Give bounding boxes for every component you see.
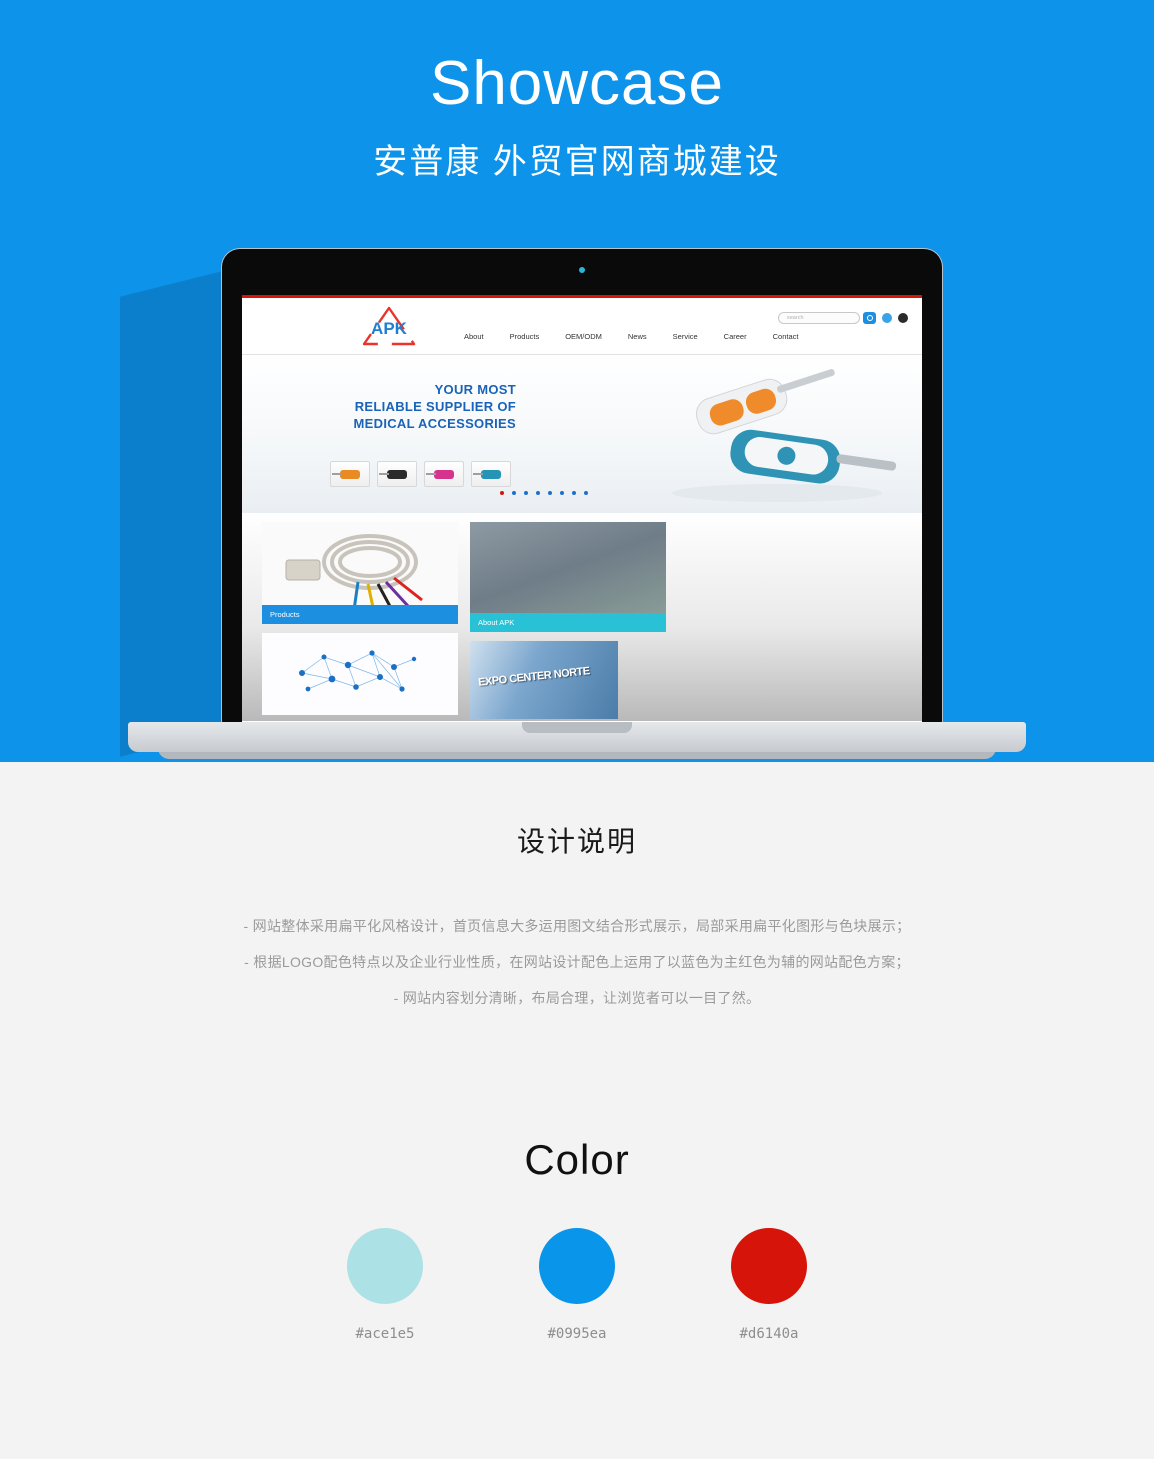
carousel-dot[interactable] [536,491,540,495]
nav-item-products[interactable]: Products [510,332,540,341]
carousel-dots[interactable] [500,491,588,495]
color-swatch-hex: #ace1e5 [355,1326,415,1342]
laptop-base [128,722,1026,752]
design-note-line: - 网站内容划分清晰，布局合理，让浏览者可以一目了然。 [393,990,761,1006]
banner-line-3: MEDICAL ACCESSORIES [353,416,516,431]
card-products-caption: Products [262,605,458,624]
nav-item-news[interactable]: News [628,332,647,341]
card-about-caption: About APK [470,613,666,632]
apk-logo[interactable]: APK [358,302,420,350]
nav-item-oem-odm[interactable]: OEM/ODM [565,332,602,341]
carousel-dot[interactable] [584,491,588,495]
nav-item-contact[interactable]: Contact [773,332,799,341]
page-subtitle: 安普康 外贸官网商城建设 [373,143,781,182]
color-section-title: Color [524,1136,630,1183]
network-graphic-image [262,633,458,715]
design-notes-section: 设计说明 - 网站整体采用扁平化风格设计，首页信息大多运用图文结合形式展示，局部… [0,820,1154,1016]
site-card-grid: Products About APK EXPO CENTER NORTE [242,513,922,721]
color-swatch[interactable]: #0995ea [539,1228,615,1342]
expo-building-image: EXPO CENTER NORTE [470,641,618,719]
oximeter-product-image [652,365,902,505]
card-expo-center[interactable]: EXPO CENTER NORTE [470,641,618,719]
color-swatch[interactable]: #d6140a [731,1228,807,1342]
search-input[interactable]: search [778,312,860,324]
carousel-dot[interactable] [500,491,504,495]
search-icon[interactable] [863,312,876,324]
color-section: Color #ace1e5 #0995ea #d6140a [0,1136,1154,1342]
color-swatch-hex: #0995ea [547,1326,607,1342]
color-swatch-circle [539,1228,615,1304]
design-note-line: - 根据LOGO配色特点以及企业行业性质，在网站设计配色上运用了以蓝色为主红色为… [244,954,910,970]
carousel-dot[interactable] [524,491,528,495]
color-swatch-circle [731,1228,807,1304]
banner-thumbnails[interactable] [330,461,511,487]
site-hero-banner: YOUR MOST RELIABLE SUPPLIER OF MEDICAL A… [242,355,922,513]
site-header: APK About Products OEM/ODM News Service … [242,298,922,355]
laptop-screen: APK About Products OEM/ODM News Service … [242,295,922,724]
color-swatch-hex: #d6140a [739,1326,799,1342]
expo-sign-text: EXPO CENTER NORTE [477,665,591,689]
carousel-dot[interactable] [548,491,552,495]
social-icon-rss[interactable] [898,313,908,323]
card-products[interactable]: Products [262,522,458,624]
site-nav[interactable]: About Products OEM/ODM News Service Care… [464,332,798,341]
carousel-dot[interactable] [572,491,576,495]
color-swatch[interactable]: #ace1e5 [347,1228,423,1342]
carousel-dot[interactable] [512,491,516,495]
thumbnail-item[interactable] [330,461,370,487]
banner-headline: YOUR MOST RELIABLE SUPPLIER OF MEDICAL A… [326,381,516,432]
card-network-graphic[interactable] [262,633,458,715]
page-title: Showcase [429,49,725,118]
carousel-dot[interactable] [560,491,564,495]
banner-line-2: RELIABLE SUPPLIER OF [354,399,516,414]
svg-text:APK: APK [371,319,408,338]
thumbnail-item[interactable] [377,461,417,487]
laptop-shadow [120,269,230,757]
color-swatch-circle [347,1228,423,1304]
camera-icon [579,267,585,273]
nav-item-career[interactable]: Career [724,332,747,341]
hero-section: Showcase 安普康 外贸官网商城建设 APK About Products… [0,0,1154,762]
banner-line-1: YOUR MOST [434,382,516,397]
website-preview: APK About Products OEM/ODM News Service … [242,295,922,724]
card-about-apk[interactable]: About APK [470,522,666,632]
social-icon-twitter[interactable] [882,313,892,323]
nav-item-service[interactable]: Service [673,332,698,341]
design-note-line: - 网站整体采用扁平化风格设计，首页信息大多运用图文结合形式展示，局部采用扁平化… [243,918,911,934]
thumbnail-item[interactable] [424,461,464,487]
design-notes-title: 设计说明 [516,826,637,857]
thumbnail-item[interactable] [471,461,511,487]
nav-item-about[interactable]: About [464,332,484,341]
laptop-mockup: APK About Products OEM/ODM News Service … [120,249,1026,762]
color-swatch-list: #ace1e5 #0995ea #d6140a [0,1228,1154,1342]
